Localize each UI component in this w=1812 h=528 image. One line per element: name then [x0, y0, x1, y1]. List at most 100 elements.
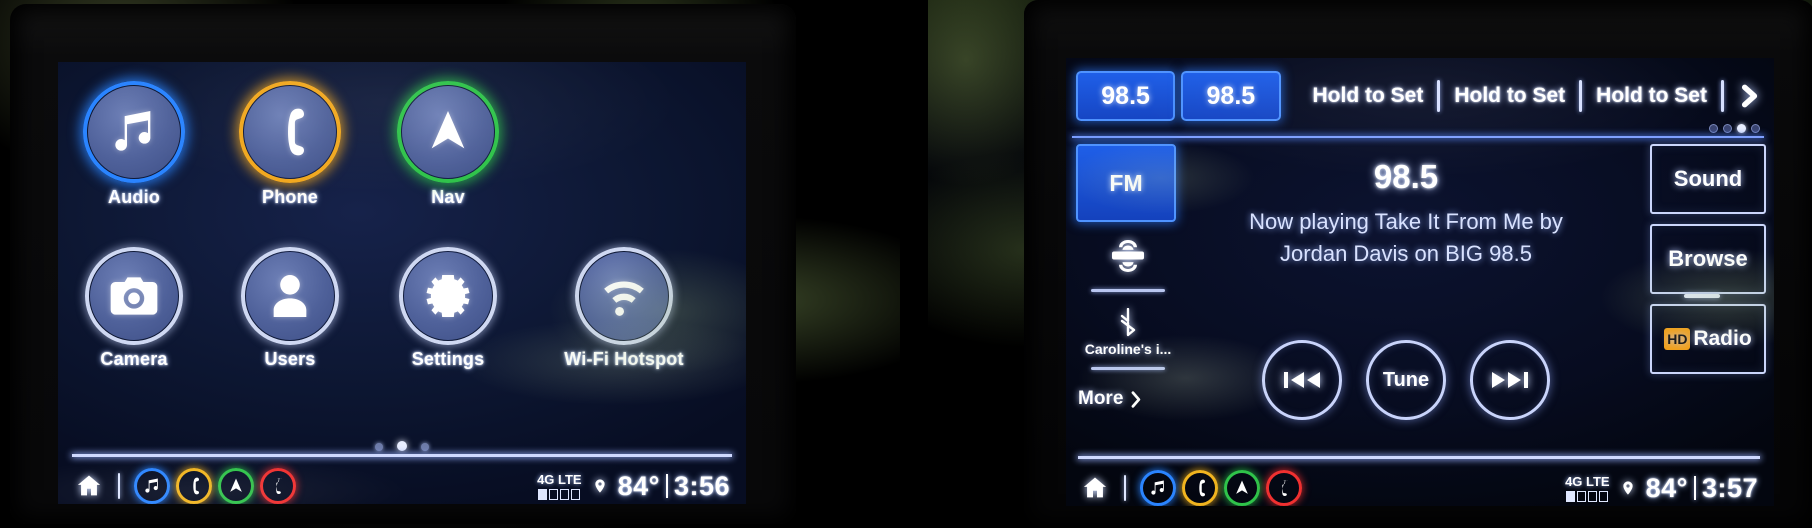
signal-bar	[549, 488, 559, 500]
app-label: Nav	[431, 187, 465, 207]
app-tile-nav[interactable]: Nav	[388, 81, 508, 208]
next-button[interactable]	[1470, 340, 1550, 420]
app-tile-phone[interactable]: Phone	[230, 81, 350, 208]
divider	[118, 473, 120, 499]
chevron-right-icon[interactable]	[1736, 80, 1762, 112]
right-photo-panel: 98.5 98.5 Hold to Set Hold to Set Hold t…	[906, 0, 1812, 528]
phone-icon-circle[interactable]	[239, 81, 341, 183]
panel-separator	[900, 0, 912, 528]
hd-badge: HD	[1664, 328, 1691, 350]
signal-bar	[1588, 490, 1598, 502]
more-label: More	[1078, 388, 1124, 409]
hd-radio-button[interactable]: HD Radio	[1650, 294, 1766, 374]
preset-button-3[interactable]: Hold to Set	[1299, 84, 1438, 108]
preset-button-1[interactable]: 98.5	[1076, 71, 1176, 121]
wifi-icon-circle[interactable]	[575, 247, 673, 345]
audio-shortcut[interactable]	[1140, 470, 1176, 506]
home-app-grid: Audio Phone Nav Camera Users Settings Wi…	[58, 62, 746, 504]
app-tile-users[interactable]: Users	[230, 247, 350, 370]
app-tile-wifi-hotspot[interactable]: Wi-Fi Hotspot	[544, 247, 704, 370]
more-button[interactable]: More	[1078, 388, 1141, 410]
phone-icon	[288, 108, 304, 156]
nav-shortcut[interactable]	[218, 468, 254, 504]
app-label: Audio	[108, 187, 160, 207]
app-tile-audio[interactable]: Audio	[74, 81, 194, 208]
page-dot[interactable]	[374, 443, 383, 451]
phone-icon	[1199, 479, 1205, 497]
divider	[1693, 476, 1696, 500]
app-label: Camera	[100, 349, 168, 369]
tune-label: Tune	[1382, 368, 1430, 391]
audio-icon-circle[interactable]	[83, 81, 185, 183]
screenshot-root: Audio Phone Nav Camera Users Settings Wi…	[0, 0, 1812, 528]
audio-shortcut[interactable]	[134, 468, 170, 504]
right-status-bar: 4G LTE 84° 3:57	[1080, 460, 1758, 506]
phone-shortcut[interactable]	[176, 468, 212, 504]
home-icon[interactable]	[1080, 474, 1110, 502]
signal-bar	[571, 488, 581, 500]
satellite-radio-icon	[1112, 240, 1144, 272]
onstar-shortcut[interactable]	[1266, 470, 1302, 506]
preset-bar: 98.5 98.5 Hold to Set Hold to Set Hold t…	[1076, 68, 1762, 124]
clock-area: 84° 3:56	[618, 471, 730, 502]
preset-dot[interactable]	[1751, 124, 1760, 133]
hd-underline	[1684, 294, 1720, 298]
page-dot-active[interactable]	[397, 441, 407, 451]
browse-button[interactable]: Browse	[1650, 224, 1766, 294]
preset-button-5[interactable]: Hold to Set	[1582, 84, 1721, 108]
page-dot[interactable]	[421, 443, 430, 451]
source-label: Caroline's i...	[1084, 341, 1172, 357]
app-tile-camera[interactable]: Camera	[74, 247, 194, 370]
preset-button-2[interactable]: 98.5	[1181, 71, 1281, 121]
skip-back-icon	[1284, 372, 1320, 388]
source-satellite-radio[interactable]	[1076, 236, 1180, 292]
source-label: FM	[1109, 169, 1143, 196]
phone-shortcut[interactable]	[1182, 470, 1218, 506]
onstar-shortcut[interactable]	[260, 468, 296, 504]
divider	[665, 474, 668, 498]
camera-icon-circle[interactable]	[85, 247, 183, 345]
wifi-icon	[604, 281, 644, 316]
previous-button[interactable]	[1262, 340, 1342, 420]
status-shortcuts	[74, 468, 296, 504]
preset-dot[interactable]	[1709, 124, 1718, 133]
users-icon-circle[interactable]	[241, 247, 339, 345]
preset-dot-active[interactable]	[1737, 124, 1746, 133]
skip-forward-icon	[1492, 372, 1528, 388]
preset-label: 98.5	[1101, 81, 1150, 110]
location-pin-icon	[1622, 481, 1633, 495]
browse-label: Browse	[1668, 246, 1748, 271]
app-tile-settings[interactable]: Settings	[388, 247, 508, 370]
preset-button-4[interactable]: Hold to Set	[1440, 84, 1579, 108]
signal-bar	[1577, 490, 1587, 502]
sound-button[interactable]: Sound	[1650, 144, 1766, 214]
source-fm-button[interactable]: FM	[1076, 144, 1176, 222]
music-note-icon	[1151, 480, 1164, 495]
music-note-icon	[145, 478, 158, 493]
nav-shortcut[interactable]	[1224, 470, 1260, 506]
nav-icon-circle[interactable]	[397, 81, 499, 183]
right-infotainment-screen: 98.5 98.5 Hold to Set Hold to Set Hold t…	[1066, 58, 1774, 506]
left-infotainment-screen: Audio Phone Nav Camera Users Settings Wi…	[58, 62, 746, 504]
onstar-icon	[1282, 480, 1288, 496]
time: 3:57	[1701, 472, 1758, 503]
status-divider	[1078, 456, 1760, 459]
onstar-icon	[276, 478, 282, 494]
signal-bars	[538, 488, 581, 500]
settings-icon-circle[interactable]	[399, 247, 497, 345]
signal-bar	[1599, 490, 1609, 502]
status-shortcuts	[1080, 470, 1302, 506]
gear-icon	[426, 275, 470, 317]
source-bluetooth[interactable]: Caroline's i...	[1076, 308, 1180, 370]
clock-area: 84° 3:57	[1646, 473, 1758, 504]
temperature: 84°	[1645, 472, 1688, 503]
preset-page-dots[interactable]	[1709, 124, 1760, 133]
sound-label: Sound	[1673, 166, 1743, 191]
preset-dot[interactable]	[1723, 124, 1732, 133]
left-status-bar: 4G LTE 84° 3:56	[74, 458, 730, 504]
left-photo-panel: Audio Phone Nav Camera Users Settings Wi…	[0, 0, 906, 528]
tune-button[interactable]: Tune	[1366, 340, 1446, 420]
now-playing-line-1: Now playing Take It From Me by	[1249, 209, 1563, 234]
status-divider	[72, 454, 732, 457]
home-icon[interactable]	[74, 472, 104, 500]
